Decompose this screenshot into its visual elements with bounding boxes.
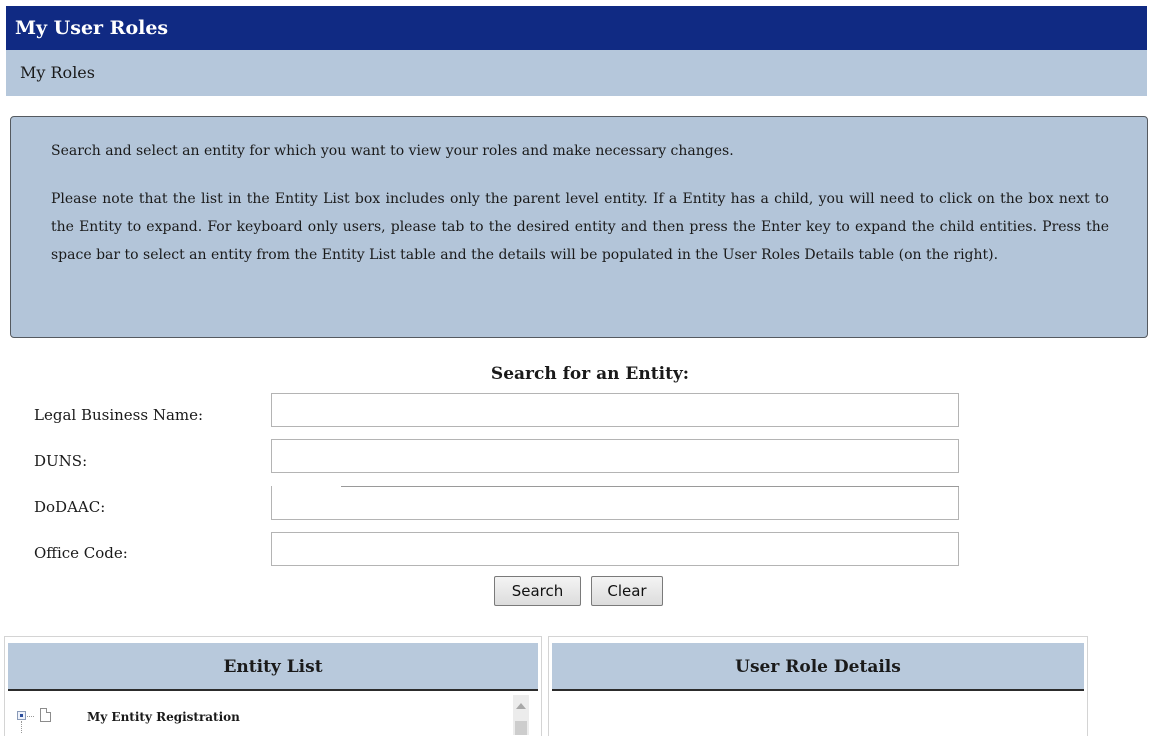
clear-button[interactable]: Clear — [591, 576, 663, 606]
office-code-label: Office Code: — [34, 544, 128, 562]
dodaac-input[interactable] — [271, 486, 959, 520]
dodaac-input-top-border — [341, 486, 959, 487]
duns-input[interactable] — [271, 439, 959, 473]
tree-expand-icon[interactable] — [17, 711, 26, 720]
entity-list-scrollbar[interactable] — [513, 695, 529, 735]
legal-business-name-input[interactable] — [271, 393, 959, 427]
office-code-input[interactable] — [271, 532, 959, 566]
page-title: My User Roles — [15, 17, 169, 39]
section-subtitle-bar: My Roles — [6, 50, 1147, 96]
page-title-bar: My User Roles — [6, 6, 1147, 50]
search-button[interactable]: Search — [494, 576, 581, 606]
user-role-details-header: User Role Details — [552, 643, 1084, 691]
scroll-up-arrow-icon[interactable] — [516, 703, 526, 709]
tree-connector-line — [27, 716, 34, 717]
instructions-line-2: Please note that the list in the Entity … — [51, 191, 1109, 263]
instructions-line-1: Search and select an entity for which yo… — [51, 143, 734, 159]
duns-label: DUNS: — [34, 452, 88, 470]
user-role-details-panel: User Role Details — [548, 636, 1088, 736]
entity-list-header: Entity List — [8, 643, 538, 691]
document-icon — [40, 708, 51, 722]
search-heading: Search for an Entity: — [490, 364, 690, 384]
tree-connector-vertical — [21, 721, 22, 733]
section-subtitle: My Roles — [20, 63, 95, 82]
scrollbar-thumb[interactable] — [515, 721, 527, 735]
tree-item-label[interactable]: My Entity Registration — [87, 707, 240, 727]
tree-item-my-entity-registration[interactable]: My Entity Registration — [17, 707, 497, 733]
entity-list-panel: Entity List My Entity Registration — [4, 636, 542, 736]
legal-business-name-label: Legal Business Name: — [34, 406, 204, 424]
dodaac-label: DoDAAC: — [34, 498, 106, 516]
instructions-box: Search and select an entity for which yo… — [10, 116, 1148, 338]
